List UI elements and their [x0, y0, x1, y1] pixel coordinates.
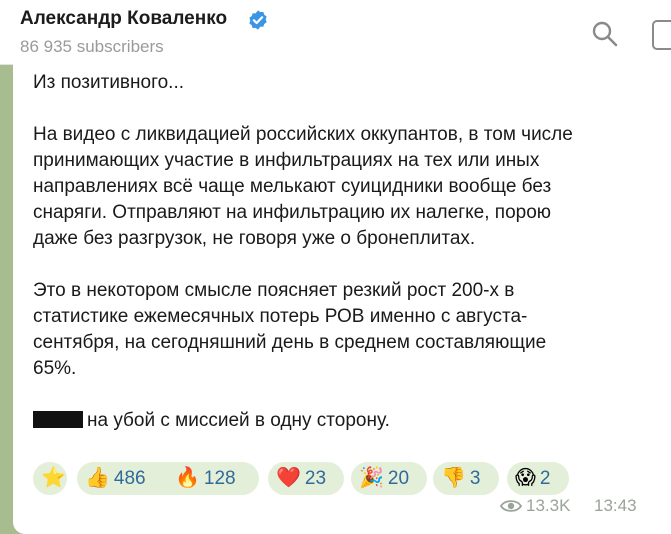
message-paragraph: Из позитивного...	[33, 72, 184, 93]
reaction-count: 2	[539, 467, 551, 489]
party-popper-icon: 🎉	[359, 467, 384, 489]
fire-icon: 🔥	[175, 467, 200, 489]
reaction-heart[interactable]: ❤️ 23	[268, 462, 344, 495]
thumbs-down-icon: 👎	[441, 467, 466, 489]
message-paragraph: Это в некотором смысле поясняет резкий р…	[33, 280, 547, 379]
message-time: 13:43	[594, 496, 637, 515]
verified-badge-icon	[249, 10, 267, 30]
reaction-count: 23	[304, 467, 327, 489]
view-count: 13.3K	[526, 496, 571, 515]
star-icon: ⭐	[41, 467, 66, 489]
message-text: Из позитивного... На видео с ликвидацией…	[33, 64, 613, 434]
sidebar-toggle-button[interactable]	[652, 20, 671, 50]
scream-icon: 😱	[515, 467, 536, 489]
reaction-star[interactable]: ⭐	[33, 462, 67, 495]
heart-icon: ❤️	[276, 467, 301, 489]
subscriber-count: 86 935 subscribers	[20, 37, 164, 56]
reaction-scream[interactable]: 😱 2	[507, 462, 569, 495]
thumbs-up-icon: 👍	[85, 467, 110, 489]
reaction-count: 20	[387, 467, 410, 489]
message-paragraph: На видео с ликвидацией российских оккупа…	[33, 124, 573, 249]
reaction-count: 486	[113, 467, 146, 489]
reaction-count: 3	[469, 467, 481, 489]
message-last-text: на убой с миссией в одну сторону.	[87, 410, 390, 431]
reaction-party[interactable]: 🎉 20	[351, 462, 427, 495]
redaction-bar	[33, 411, 83, 428]
channel-header: Александр Коваленко 86 935 subscribers	[0, 0, 671, 65]
message-bubble: Из позитивного... На видео с ликвидацией…	[13, 64, 671, 534]
channel-name[interactable]: Александр Коваленко	[20, 8, 227, 30]
message-last-line: на убой с миссией в одну сторону.	[33, 408, 613, 434]
eye-icon	[500, 500, 522, 512]
reaction-fire[interactable]: 🔥 128	[167, 462, 259, 495]
reaction-thumbs-down[interactable]: 👎 3	[433, 462, 499, 495]
reaction-count: 128	[203, 467, 236, 489]
search-icon[interactable]	[591, 20, 619, 48]
